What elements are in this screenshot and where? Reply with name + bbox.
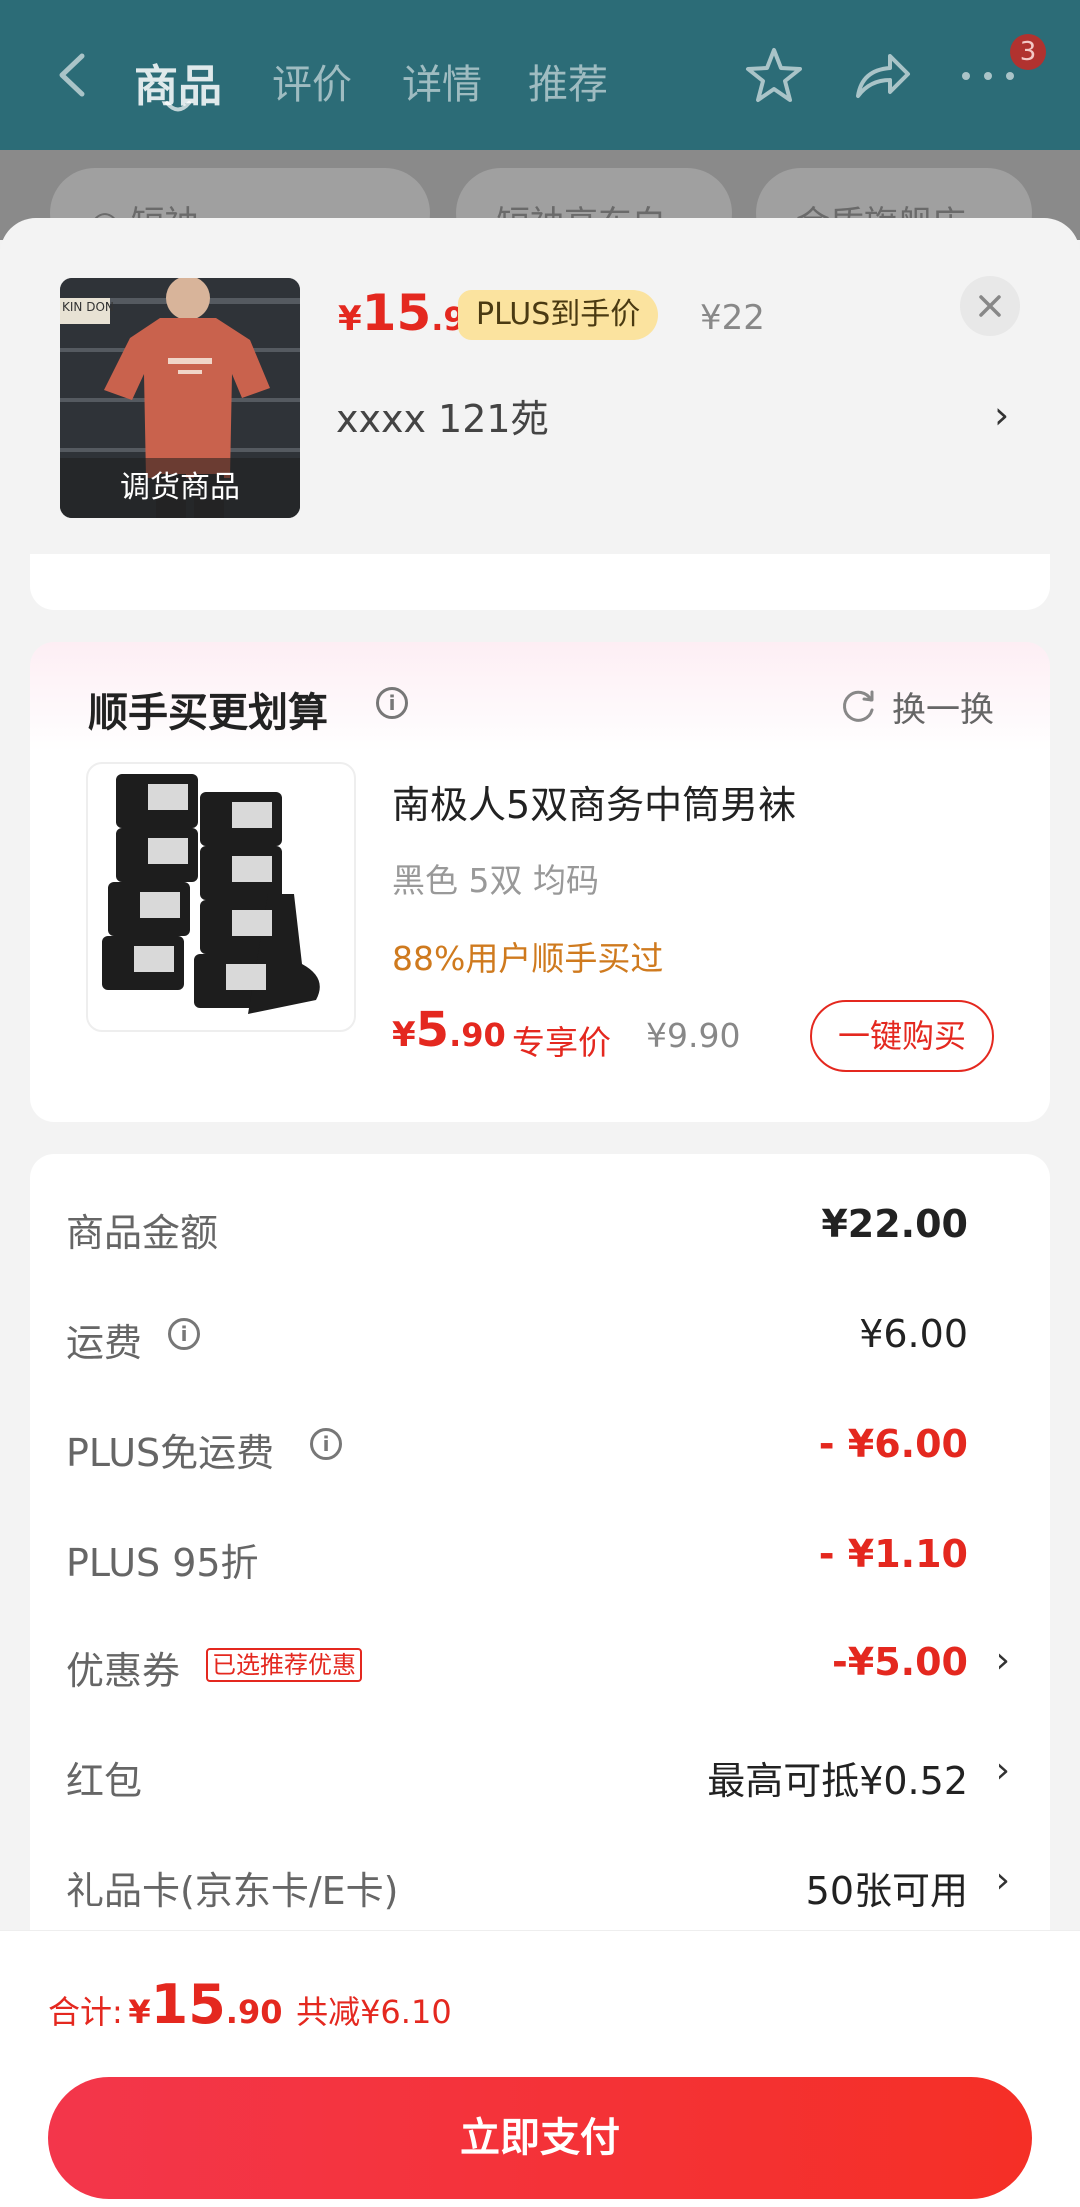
close-button[interactable] [960,276,1020,336]
fee-row-goods-amount: 商品金额 ¥22.00 [66,1202,968,1255]
fee-row-plus-free-shipping: PLUS免运费 i - ¥6.00 [66,1422,968,1475]
product-image-caption: 调货商品 [60,458,300,518]
total-saving: 共减¥6.10 [296,1993,452,2031]
fee-row-red-packet[interactable]: 红包 最高可抵¥0.52 › [30,1720,1050,1830]
total-amount: 合计: ¥15.90 共减¥6.10 [48,1973,452,2036]
spec-card-bottom [30,554,1050,610]
fee-breakdown-card: 商品金额 ¥22.00 运费 i ¥6.00 PLUS免运费 i - ¥6.00… [30,1154,1050,1954]
info-icon[interactable]: i [310,1428,342,1460]
pay-now-button[interactable]: 立即支付 [48,2077,1032,2199]
original-price: ¥22 [700,298,765,338]
plus-price-tag: PLUS到手价 [458,290,659,340]
star-icon[interactable] [742,44,806,108]
addon-product-spec: 黑色 5双 均码 [392,861,599,900]
fee-row-coupon[interactable]: 优惠券 已选推荐优惠 -¥5.00 › [30,1610,1050,1720]
exclusive-price-label: 专享价 [512,1023,611,1062]
addon-purchase-hint: 88%用户顺手买过 [392,939,664,978]
addon-product-image [86,762,356,1032]
product-brand-sign: KIN DON [62,300,114,314]
close-icon [979,295,1001,317]
tab-recommend[interactable]: 推荐 [528,52,608,110]
addon-price: ¥5.90 [392,1002,506,1058]
fee-row-plus-discount: PLUS 95折 - ¥1.10 [66,1532,968,1585]
socks-image [102,774,320,1014]
chevron-right-icon[interactable]: › [996,1750,1010,1791]
one-click-buy-button[interactable]: 一键购买 [810,1000,994,1072]
fee-row-gift-card[interactable]: 礼品卡(京东卡/E卡) 50张可用 › [30,1830,1050,1940]
checkout-sheet: 调货商品 KIN DON ¥15.9 PLUS到手价 ¥22 xxxx 121苑… [0,218,1080,2207]
info-icon[interactable]: i [376,687,408,719]
swap-button[interactable]: 换一换 [892,682,994,731]
checkout-footer: 合计: ¥15.90 共减¥6.10 立即支付 [0,1930,1080,2207]
refresh-icon[interactable] [838,686,878,726]
chevron-right-icon[interactable]: › [996,1640,1010,1681]
chevron-right-icon[interactable]: › [996,1860,1010,1901]
active-tab-indicator [165,101,191,112]
addon-title: 顺手买更划算 [88,690,328,736]
addon-product-name[interactable]: 南极人5双商务中筒男袜 [392,774,796,829]
notification-badge: 3 [1010,34,1046,70]
product-image: 调货商品 KIN DON [60,278,300,518]
top-nav-bar: 商品 评价 详情 推荐 3 [0,0,1080,150]
tab-details[interactable]: 详情 [402,52,482,110]
back-icon[interactable] [52,50,92,100]
fee-row-shipping: 运费 i ¥6.00 [66,1312,968,1365]
selected-spec[interactable]: xxxx 121苑 [336,388,549,443]
info-icon[interactable]: i [168,1318,200,1350]
tab-reviews[interactable]: 评价 [272,52,352,110]
coupon-tag: 已选推荐优惠 [206,1648,362,1682]
product-price: ¥15.9 [338,284,466,342]
addon-original-price: ¥9.90 [646,1016,741,1055]
share-icon[interactable] [850,44,914,108]
chevron-right-icon[interactable]: › [994,393,1009,437]
addon-deal-card: 顺手买更划算 i 换一换 南极人5双商务中筒男袜 黑色 5双 均码 88%用户顺… [30,642,1050,1122]
